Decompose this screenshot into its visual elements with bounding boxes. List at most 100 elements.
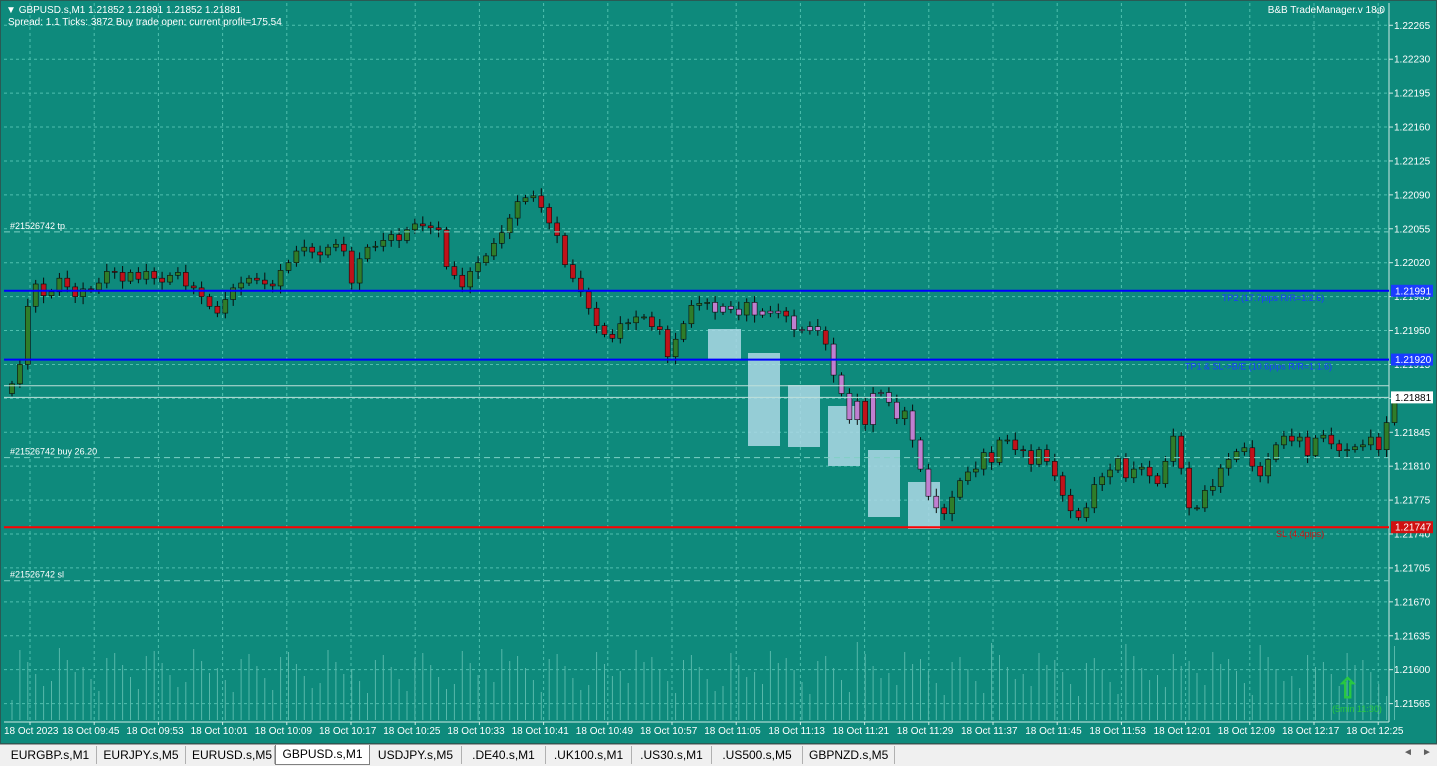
candle: [514, 201, 521, 219]
candle: [96, 282, 102, 291]
tab-scroll-right-icon[interactable]: ►: [1422, 747, 1432, 758]
chart-tab[interactable]: .US500.s,M5: [712, 746, 803, 764]
x-tick-label: 18 Oct 12:17: [1282, 726, 1340, 737]
candle: [459, 274, 466, 288]
candle: [688, 305, 695, 325]
pattern-highlight-box: [868, 450, 900, 517]
y-tick-label: 1.21635: [1394, 631, 1431, 642]
candle: [356, 258, 363, 284]
candle: [1312, 437, 1319, 456]
collapse-triangle-icon[interactable]: ▼: [6, 5, 16, 16]
candle: [1360, 444, 1366, 448]
chart-window[interactable]: 1.22265 1.22230 1.22195 1.22160 1.22125 1.220…: [0, 0, 1437, 744]
chart-tab[interactable]: .US30.s,M1: [632, 746, 712, 764]
candle: [333, 243, 339, 248]
x-tick-label: 18 Oct 11:21: [833, 726, 890, 737]
candle: [348, 250, 355, 284]
candle: [949, 496, 955, 514]
candle: [1138, 466, 1145, 470]
candle: [1178, 435, 1184, 469]
candle: [293, 250, 300, 263]
y-tick-label: 1.21775: [1394, 496, 1431, 507]
x-tick-label: 18 Oct 11:13: [768, 726, 825, 737]
candle: [1162, 461, 1169, 484]
candle: [1265, 459, 1271, 477]
candle: [1289, 435, 1295, 442]
candle: [775, 310, 782, 314]
candle: [475, 262, 481, 272]
candle: [151, 271, 157, 279]
candle: [167, 274, 173, 283]
candle: [641, 316, 647, 319]
candle: [1304, 436, 1311, 456]
chart-tab[interactable]: EURUSD.s,M5: [186, 746, 275, 764]
candle: [1115, 458, 1121, 471]
candle: [222, 299, 229, 314]
candle: [577, 277, 584, 293]
candle: [1233, 451, 1240, 460]
candle: [17, 364, 23, 385]
candle: [838, 374, 845, 394]
candle: [159, 277, 165, 283]
candle: [1091, 484, 1098, 509]
candle: [419, 223, 426, 227]
symbol-quote: GBPUSD.s,M1 1.21852 1.21891 1.21852 1.21…: [18, 5, 242, 16]
x-tick-label: 18 Oct 10:01: [191, 726, 249, 737]
up-arrow-icon: ⇧: [1336, 673, 1359, 704]
candle: [1154, 475, 1161, 484]
candle: [909, 410, 916, 441]
chart-tab[interactable]: GBPUSD.s,M1: [275, 745, 370, 765]
candle: [672, 338, 679, 357]
candle: [427, 225, 434, 229]
candle: [593, 307, 600, 326]
y-tick-label: 1.22230: [1394, 55, 1431, 66]
candle: [1352, 446, 1358, 451]
x-tick-label: 18 Oct 11:05: [704, 726, 761, 737]
expert-smile-icon: ☺: [1374, 5, 1386, 17]
tab-scroll-left-icon[interactable]: ◄: [1403, 747, 1413, 758]
candle: [380, 240, 387, 247]
candle: [1052, 461, 1058, 477]
candle: [720, 305, 726, 313]
chart-tab[interactable]: .DE40.s,M1: [462, 746, 546, 764]
x-tick-label: 18 Oct 12:09: [1218, 726, 1276, 737]
chart-tab[interactable]: EURJPY.s,M5: [97, 746, 186, 764]
candle: [972, 468, 979, 473]
candle: [230, 287, 236, 300]
y-tick-label: 1.21810: [1394, 462, 1431, 473]
candle: [1004, 439, 1011, 442]
candle: [1257, 465, 1263, 477]
candle: [483, 255, 489, 263]
y-tick-label: 1.22265: [1394, 21, 1431, 32]
y-tick-label: 1.21565: [1394, 699, 1431, 710]
candle: [933, 495, 940, 509]
candle: [48, 291, 55, 296]
chart-tab[interactable]: EURGBP.s,M1: [4, 746, 97, 764]
price-chart[interactable]: 1.22265 1.22230 1.22195 1.22160 1.22125 1.220…: [0, 0, 1437, 744]
candle: [735, 308, 742, 316]
chart-tab[interactable]: GBPNZD.s,M5: [803, 746, 895, 764]
candle: [364, 246, 371, 260]
candle: [1368, 436, 1374, 446]
candle: [822, 330, 829, 345]
candle: [206, 296, 213, 307]
chart-tab[interactable]: USDJPY.s,M5: [370, 746, 462, 764]
x-tick-label: 18 Oct 11:37: [961, 726, 1018, 737]
candle: [1107, 469, 1113, 478]
candle: [1249, 447, 1256, 467]
candle: [190, 285, 197, 289]
price-label-text: 1.21991: [1395, 286, 1432, 297]
candle: [183, 272, 189, 287]
candle: [104, 271, 110, 284]
candle: [246, 277, 252, 284]
x-tick-label: 18 Oct 12:25: [1346, 726, 1404, 737]
x-tick-label: 18 Oct 10:49: [576, 726, 634, 737]
x-tick-label: 18 Oct 10:41: [512, 726, 570, 737]
candle: [522, 197, 529, 202]
candle: [32, 283, 39, 307]
candle: [1186, 467, 1192, 509]
candle: [957, 480, 963, 498]
chart-tab[interactable]: .UK100.s,M1: [546, 746, 632, 764]
candle: [1123, 458, 1129, 479]
trademanager-title[interactable]: B&B TradeManager.v 18.0: [1268, 5, 1385, 16]
